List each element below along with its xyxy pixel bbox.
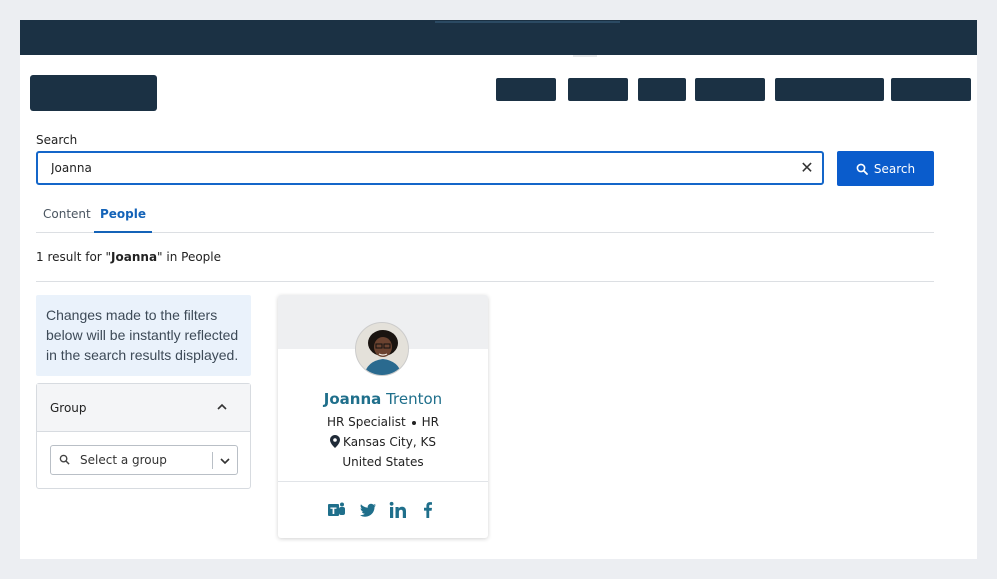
person-city: Kansas City, KS <box>343 435 436 449</box>
search-field[interactable]: ✕ <box>36 151 824 185</box>
person-last-name: Trenton <box>386 390 443 408</box>
select-separator <box>212 452 213 469</box>
person-country: United States <box>342 455 424 469</box>
person-department: HR <box>421 415 440 429</box>
avatar-photo <box>356 323 408 375</box>
group-filter-panel: Group Select a group <box>36 383 251 489</box>
teams-icon[interactable]: T <box>327 500 347 520</box>
group-filter-title: Group <box>50 401 87 415</box>
nav-item-6[interactable] <box>891 78 971 101</box>
person-first-name: Joanna <box>323 390 382 408</box>
search-icon <box>59 454 70 465</box>
group-filter-header[interactable]: Group <box>37 384 250 432</box>
search-input[interactable] <box>51 153 791 183</box>
avatar[interactable] <box>355 322 409 376</box>
group-select-placeholder: Select a group <box>80 453 167 467</box>
top-bar-accent <box>435 21 620 23</box>
person-card[interactable]: Joanna Trenton HR Specialist HR Kansas Ci… <box>278 295 488 538</box>
results-suffix: " in People <box>157 250 222 264</box>
person-title: HR Specialist <box>326 415 406 429</box>
top-bar <box>20 20 977 55</box>
nav-item-4[interactable] <box>695 78 765 101</box>
search-button-label: Search <box>873 161 916 176</box>
close-icon[interactable]: ✕ <box>796 157 818 179</box>
linkedin-icon[interactable] <box>388 500 408 520</box>
search-label: Search <box>36 133 78 147</box>
search-icon <box>856 163 868 175</box>
group-select[interactable]: Select a group <box>50 445 238 475</box>
top-bar-notch <box>573 55 597 57</box>
twitter-icon[interactable] <box>358 500 378 520</box>
nav-item-5[interactable] <box>775 78 884 101</box>
results-count: 1 result for "Joanna" in People <box>36 250 221 264</box>
separator-dot <box>411 420 416 425</box>
svg-text:T: T <box>330 507 337 517</box>
results-divider <box>36 281 934 282</box>
filter-info-notice: Changes made to the filters below will b… <box>36 295 251 376</box>
chevron-up-icon[interactable] <box>216 401 228 413</box>
search-button[interactable]: Search <box>837 151 934 186</box>
results-prefix: 1 result for " <box>36 250 112 264</box>
chevron-down-icon[interactable] <box>219 455 231 467</box>
results-query: Joanna <box>111 250 158 264</box>
person-location: Kansas City, KS <box>278 435 488 449</box>
person-role: HR Specialist HR <box>278 415 488 429</box>
facebook-icon[interactable] <box>418 500 438 520</box>
nav-item-2[interactable] <box>568 78 628 101</box>
card-divider <box>278 481 488 482</box>
location-pin-icon <box>330 435 341 448</box>
tab-people[interactable]: People <box>94 200 153 233</box>
app-frame: Search ✕ Search Content People 1 result … <box>20 20 977 559</box>
result-tabs: Content People <box>36 200 934 233</box>
person-name[interactable]: Joanna Trenton <box>278 390 488 408</box>
nav-item-1[interactable] <box>496 78 556 101</box>
site-logo[interactable] <box>30 75 157 111</box>
nav-item-3[interactable] <box>638 78 686 101</box>
tab-content[interactable]: Content <box>43 200 91 233</box>
